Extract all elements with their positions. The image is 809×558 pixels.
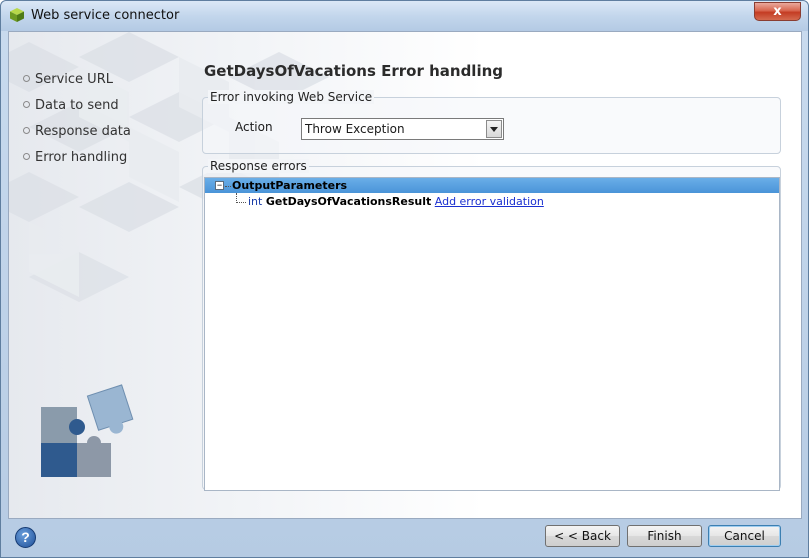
window-title: Web service connector: [31, 8, 180, 23]
group-title: Response errors: [208, 159, 309, 173]
page-title: GetDaysOfVacations Error handling: [204, 62, 504, 80]
action-select[interactable]: Throw Exception: [301, 118, 504, 140]
action-label: Action: [235, 120, 273, 134]
nav-item-data-to-send[interactable]: Data to send: [23, 98, 119, 113]
cancel-button[interactable]: Cancel: [708, 525, 781, 547]
group-title: Error invoking Web Service: [208, 90, 375, 104]
collapse-icon[interactable]: −: [215, 181, 224, 190]
finish-button[interactable]: Finish: [627, 525, 702, 547]
chevron-down-icon[interactable]: [486, 120, 502, 138]
tree-node-label: OutputParameters: [232, 179, 348, 192]
back-button[interactable]: < < Back: [545, 525, 620, 547]
dialog-window: Web service connector x Service URL Data…: [0, 0, 809, 558]
nav-item-response-data[interactable]: Response data: [23, 124, 131, 139]
param-type: int: [248, 195, 263, 208]
response-errors-group: Response errors − OutputParameters int G…: [202, 159, 781, 491]
step-bullet-icon: [23, 75, 30, 82]
tree-node-result[interactable]: int GetDaysOfVacationsResult Add error v…: [248, 195, 544, 208]
client-area: Service URL Data to send Response data E…: [8, 31, 802, 519]
footer-bar: ? < < Back Finish Cancel: [1, 519, 808, 557]
nav-item-service-url[interactable]: Service URL: [23, 72, 113, 87]
tree-connector: [225, 186, 231, 187]
nav-item-error-handling[interactable]: Error handling: [23, 150, 127, 165]
step-bullet-icon: [23, 101, 30, 108]
action-select-value: Throw Exception: [305, 122, 405, 136]
tree-node-output-parameters[interactable]: − OutputParameters: [205, 178, 779, 193]
response-errors-tree[interactable]: − OutputParameters int GetDaysOfVacation…: [204, 177, 780, 491]
tree-connector: [236, 202, 246, 203]
help-icon[interactable]: ?: [15, 527, 36, 548]
param-name: GetDaysOfVacationsResult: [265, 195, 432, 208]
close-icon: x: [773, 4, 782, 19]
app-cube-icon: [10, 8, 24, 22]
step-bullet-icon: [23, 127, 30, 134]
title-bar[interactable]: Web service connector x: [1, 1, 808, 31]
close-button[interactable]: x: [754, 2, 801, 21]
error-invoking-group: Error invoking Web Service Action Throw …: [202, 90, 781, 154]
step-bullet-icon: [23, 153, 30, 160]
add-error-validation-link[interactable]: Add error validation: [435, 195, 544, 208]
